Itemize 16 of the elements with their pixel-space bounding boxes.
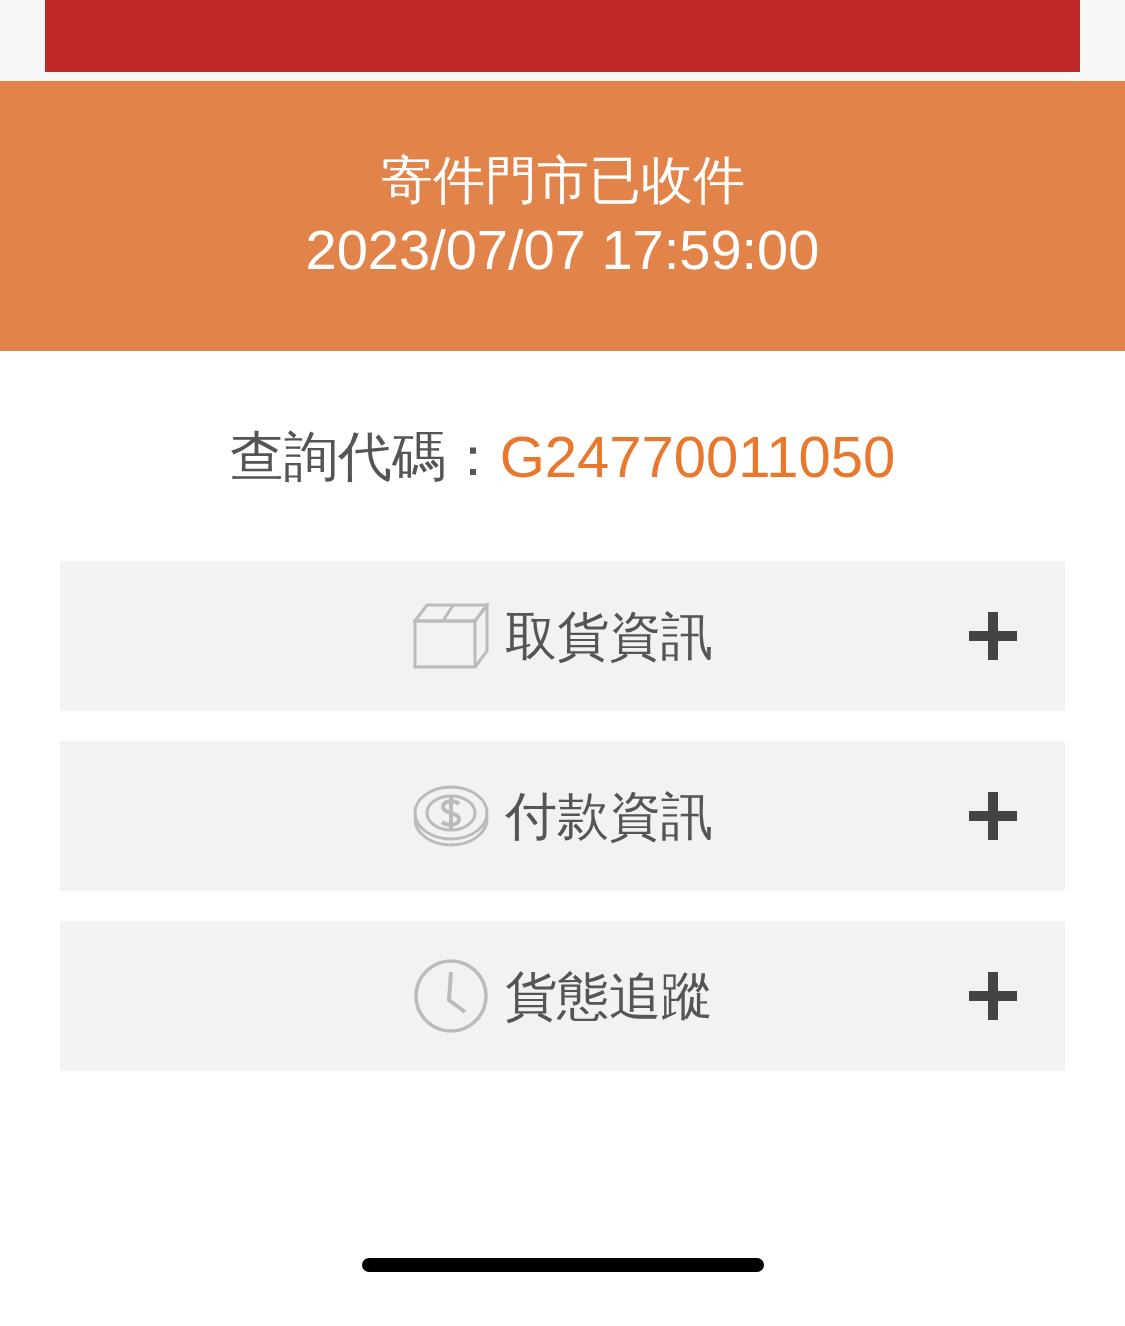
clock-icon	[412, 958, 489, 1034]
status-datetime: 2023/07/07 17:59:00	[305, 216, 820, 283]
status-text: 寄件門市已收件	[380, 149, 745, 213]
query-code: G24770011050	[499, 422, 896, 491]
accordion-header[interactable]: 取貨資訊	[60, 561, 1065, 711]
plus-icon	[969, 972, 1017, 1020]
plus-icon	[969, 792, 1017, 840]
accordion-header[interactable]: 付款資訊	[60, 741, 1065, 891]
plus-icon	[969, 612, 1017, 660]
coin-icon	[412, 785, 489, 847]
section-label: 貨態追蹤	[504, 965, 713, 1028]
accordion-header[interactable]: 貨態追蹤	[60, 921, 1065, 1071]
section-label: 付款資訊	[504, 785, 713, 848]
box-icon	[412, 603, 489, 669]
section-label: 取貨資訊	[504, 605, 713, 668]
query-code-label: 查詢代碼：	[229, 423, 500, 490]
